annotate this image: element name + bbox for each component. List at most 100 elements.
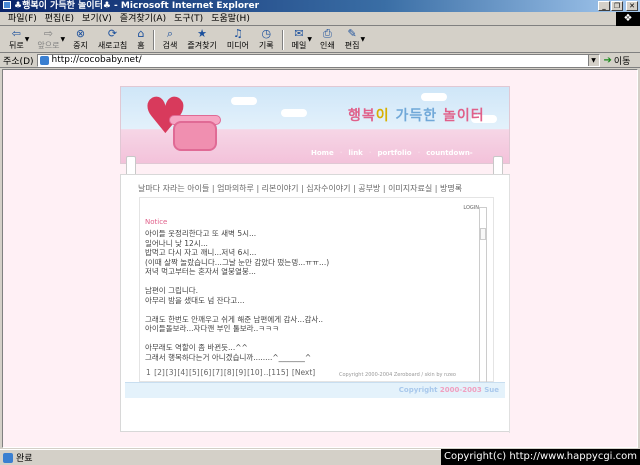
page-link[interactable]: [9] (236, 368, 247, 377)
home-button[interactable]: ⌂ 홈 (132, 28, 149, 52)
print-button[interactable]: ⎙ 인쇄 (315, 28, 340, 52)
site-title-part: 이 (375, 108, 396, 124)
menu-favorites[interactable]: 즐겨찾기(A) (116, 12, 170, 25)
standard-toolbar: ⇦ 뒤로 ▼ ⇨ 앞으로 ▼ ⊗ 중지 ⟳ 새로고침 ⌂ 홈 ⌕ 검색 ★ 즐겨… (0, 27, 640, 53)
window-title: ♣행복이 가득한 놀이터♣ - Microsoft Internet Explo… (14, 1, 260, 11)
page-icon (39, 55, 49, 65)
page-link[interactable]: [3] (166, 368, 177, 377)
site-title: 행복이 가득한 놀이터 (348, 105, 485, 125)
history-label: 기록 (258, 41, 274, 50)
media-button[interactable]: ♫ 미디어 (222, 28, 254, 52)
page-link[interactable]: [5] (189, 368, 200, 377)
address-input[interactable]: http://cocobaby.net/ ▼ (36, 53, 600, 67)
page-link[interactable]: [8] (224, 368, 235, 377)
footer-copyright-year: 2000-2003 (439, 386, 482, 394)
menu-help[interactable]: 도움말(H) (207, 12, 254, 25)
gift-box (173, 121, 217, 151)
minimize-button[interactable]: _ (598, 1, 610, 11)
history-icon: ◷ (261, 27, 272, 40)
notice-message: 아이들 웃정리한다고 또 새벽 5시... 일어나니 낮 12시... 밥먹고 … (145, 229, 330, 362)
footer-copyright-suffix: Sue (481, 386, 499, 394)
page-link[interactable]: [2] (154, 368, 165, 377)
status-text: 완료 (16, 454, 33, 464)
menu-view[interactable]: 보기(V) (78, 12, 116, 25)
board-copyright: Copyright 2000-2004 Zeroboard / skin by … (339, 372, 456, 378)
cloud-decoration (421, 93, 447, 101)
refresh-icon: ⟳ (107, 27, 118, 40)
forward-arrow-icon: ⇨ (43, 27, 54, 40)
home-icon: ⌂ (137, 27, 145, 40)
nav-portfolio[interactable]: portfolio (378, 149, 412, 157)
search-icon: ⌕ (166, 27, 174, 40)
window-titlebar: ♣행복이 가득한 놀이터♣ - Microsoft Internet Explo… (0, 0, 640, 12)
address-dropdown[interactable]: ▼ (587, 54, 599, 66)
site-body: 날마다 자라는 아이들 | 엄마의하루 | 리본이야기 | 십자수이야기 | 공… (120, 174, 510, 433)
footer-copyright-prefix: Copyright (398, 386, 440, 394)
page-link[interactable]: [7] (212, 368, 223, 377)
refresh-button[interactable]: ⟳ 새로고침 (93, 28, 132, 52)
ie-page-icon (3, 1, 11, 9)
media-icon: ♫ (232, 27, 243, 40)
search-button[interactable]: ⌕ 검색 (158, 28, 183, 52)
scrollbar-thumb[interactable] (480, 228, 486, 240)
footer-copyright: Copyright 2000-2003 Sue (399, 386, 499, 394)
home-label: 홈 (137, 41, 145, 50)
edit-label: 편집 (344, 41, 360, 50)
nav-home[interactable]: Home (311, 149, 334, 157)
side-border (509, 175, 515, 433)
print-icon: ⎙ (322, 27, 332, 40)
site-title-part: 놀이터 (443, 108, 485, 124)
pagination: 1 [2][3][4][5][6][7][8][9][10]..[115] [N… (146, 368, 316, 377)
forward-label: 앞으로 (37, 41, 60, 50)
stop-button[interactable]: ⊗ 중지 (68, 28, 93, 52)
nav-separator: · (368, 149, 372, 157)
print-label: 인쇄 (320, 41, 335, 50)
menu-file[interactable]: 파일(F) (4, 12, 41, 25)
window-controls: _ ❐ ✕ (598, 1, 638, 11)
menu-tools[interactable]: 도구(T) (170, 12, 207, 25)
scrollbar-track[interactable] (479, 207, 487, 397)
login-link[interactable]: LOGIN (463, 205, 479, 211)
cloud-decoration (281, 109, 307, 117)
nav-separator: · (417, 149, 421, 157)
site-nav: Home · link · portfolio · countdown- (311, 149, 473, 157)
nav-countdown[interactable]: countdown- (426, 149, 472, 157)
history-button[interactable]: ◷ 기록 (254, 28, 279, 52)
notice-title: Notice (145, 218, 168, 226)
page-link[interactable]: [6] (201, 368, 212, 377)
address-label: 주소(D) (3, 56, 34, 67)
site-header-banner: ♥ 행복이 가득한 놀이터 Home · link · portfolio · … (120, 86, 510, 164)
toolbar-separator (281, 29, 284, 50)
page-current: 1 (146, 368, 151, 377)
page-next[interactable]: [Next] (292, 368, 315, 377)
page-link-last[interactable]: ..[115] (264, 368, 289, 377)
search-label: 검색 (162, 41, 178, 50)
edit-dropdown[interactable]: ▼ (360, 36, 368, 43)
favorites-button[interactable]: ★ 즐겨찾기 (182, 28, 221, 52)
site-title-part: 가득한 (395, 108, 444, 124)
go-label: 이동 (613, 56, 631, 67)
windows-logo-icon: ❖ (616, 12, 640, 26)
refresh-label: 새로고침 (97, 41, 128, 50)
mail-label: 메일 (291, 41, 307, 50)
page-done-icon (3, 452, 13, 463)
stop-icon: ⊗ (75, 27, 86, 40)
page-viewport: ♥ 행복이 가득한 놀이터 Home · link · portfolio · … (2, 69, 638, 448)
back-arrow-icon: ⇦ (11, 27, 21, 40)
close-button[interactable]: ✕ (626, 1, 638, 11)
address-url: http://cocobaby.net/ (51, 55, 142, 65)
toolbar-separator (152, 29, 155, 50)
menu-edit[interactable]: 편집(E) (41, 12, 78, 25)
go-button[interactable]: ➔ 이동 (604, 54, 631, 67)
mail-icon: ✉ (294, 27, 304, 40)
page-link[interactable]: [4] (177, 368, 188, 377)
page-link[interactable]: [10] (247, 368, 262, 377)
watermark: Copyright(c) http://www.happycgi.com (440, 449, 640, 465)
back-dropdown[interactable]: ▼ (25, 36, 33, 43)
nav-link[interactable]: link (348, 149, 362, 157)
mail-dropdown[interactable]: ▼ (307, 36, 315, 43)
maximize-button[interactable]: ❐ (611, 1, 623, 11)
forward-dropdown[interactable]: ▼ (60, 36, 68, 43)
category-nav[interactable]: 날마다 자라는 아이들 | 엄마의하루 | 리본이야기 | 십자수이야기 | 공… (138, 183, 462, 194)
back-label: 뒤로 (9, 41, 24, 50)
